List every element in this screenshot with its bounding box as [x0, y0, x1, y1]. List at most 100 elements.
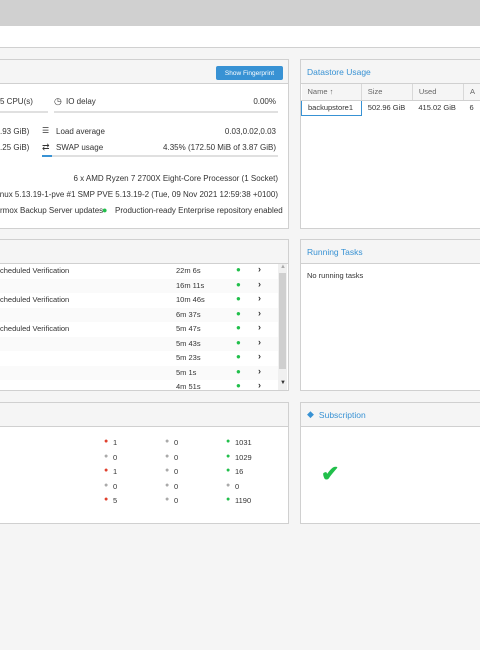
column-header-size[interactable]: Size	[361, 84, 413, 101]
error-count[interactable]: 1	[113, 438, 117, 447]
task-duration: 5m 1s	[176, 367, 197, 377]
status-ok-icon: ●	[236, 366, 241, 376]
table-row[interactable]: 4m 51s ● ›	[0, 380, 278, 395]
subscription-panel: ◆ Subscription ✔	[300, 402, 480, 524]
task-duration: 22m 6s	[176, 266, 201, 275]
check-circle-icon: ●	[102, 205, 108, 215]
ok-icon: ●	[226, 438, 231, 445]
table-row[interactable]: cheduled Verification 5m 47s ● ›	[0, 322, 278, 337]
task-duration: 16m 11s	[176, 280, 205, 290]
error-count[interactable]: 5	[113, 496, 117, 505]
warning-count[interactable]: 0	[174, 482, 178, 491]
io-delay-value: 0.00%	[253, 97, 276, 106]
kernel-version-text: Linux 5.13.19-1-pve #1 SMP PVE 5.13.19-2…	[0, 190, 278, 199]
table-row[interactable]: 16m 11s ● ›	[0, 278, 278, 293]
error-icon: ●	[104, 467, 109, 474]
load-average-icon: ☰	[42, 126, 50, 135]
ok-icon: ●	[226, 467, 231, 474]
chevron-right-icon[interactable]: ›	[258, 279, 261, 289]
table-row[interactable]: backupstore1 502.96 GiB 415.02 GiB 6	[301, 99, 480, 116]
error-count[interactable]: 0	[113, 453, 117, 462]
datastore-usage-panel: Datastore Usage Name ↑ Size Used A backu…	[300, 59, 480, 229]
swap-usage-bar	[42, 155, 278, 157]
scroll-up-icon[interactable]: ▲	[280, 264, 286, 270]
warning-count[interactable]: 0	[174, 453, 178, 462]
task-name: cheduled Verification	[0, 324, 70, 333]
status-ok-icon: ●	[236, 381, 241, 390]
column-header-avail[interactable]: A	[463, 84, 480, 101]
chevron-right-icon[interactable]: ›	[258, 293, 261, 303]
error-icon: ●	[104, 438, 109, 445]
memory-usage-text: .93 GiB)	[0, 127, 30, 136]
task-duration: 5m 43s	[176, 338, 201, 348]
datastore-usage-title: Datastore Usage	[301, 60, 480, 84]
warning-count[interactable]: 0	[174, 438, 178, 447]
list-item: ● 5 ● 0 ● 1190	[0, 495, 290, 510]
warning-icon: ●	[165, 467, 170, 474]
chevron-right-icon[interactable]: ›	[258, 322, 261, 332]
datastore-size: 502.96 GiB	[367, 103, 406, 113]
table-row[interactable]: 6m 37s ● ›	[0, 307, 278, 322]
cpu-usage-text: 5 CPU(s)	[0, 97, 33, 106]
status-ok-icon: ●	[236, 308, 241, 318]
io-delay-label: IO delay	[66, 97, 96, 106]
error-icon: ●	[104, 481, 109, 489]
ok-count[interactable]: 1031	[235, 438, 252, 447]
swap-icon: ⇄	[42, 142, 50, 152]
io-delay-bar	[54, 111, 278, 113]
task-duration: 4m 51s	[176, 382, 201, 391]
status-ok-icon: ●	[236, 323, 241, 332]
ok-icon: ●	[226, 452, 231, 460]
task-history-header	[0, 240, 288, 264]
show-fingerprint-button[interactable]: Show Fingerprint	[216, 66, 283, 80]
cpu-usage-bar	[0, 111, 48, 113]
load-average-value: 0.03,0.02,0.03	[224, 127, 276, 136]
running-tasks-title: Running Tasks	[301, 240, 480, 264]
updates-text: rmox Backup Server updates	[0, 206, 104, 215]
status-ok-icon: ●	[236, 294, 241, 303]
table-row[interactable]: cheduled Verification 22m 6s ● ›	[0, 264, 278, 279]
task-name: cheduled Verification	[0, 295, 70, 304]
error-count[interactable]: 0	[113, 482, 117, 491]
cpu-model-text: 6 x AMD Ryzen 7 2700X Eight-Core Process…	[73, 174, 278, 183]
status-ok-icon: ●	[236, 352, 241, 361]
chevron-right-icon[interactable]: ›	[258, 308, 261, 318]
task-duration: 5m 47s	[176, 324, 201, 333]
error-count[interactable]: 1	[113, 467, 117, 476]
chevron-right-icon[interactable]: ›	[258, 366, 261, 376]
ok-count[interactable]: 0	[235, 482, 239, 491]
top-header-bar	[0, 0, 480, 26]
task-duration: 5m 23s	[176, 353, 201, 362]
error-icon: ●	[104, 496, 109, 503]
repository-status-text: Production-ready Enterprise repository e…	[115, 206, 283, 215]
running-tasks-panel: Running Tasks No running tasks	[300, 239, 480, 391]
list-item: ● 0 ● 0 ● 0	[0, 481, 290, 496]
ok-count[interactable]: 1190	[235, 496, 251, 505]
warning-icon: ●	[165, 438, 170, 445]
disk-usage-text: .25 GiB)	[0, 143, 30, 152]
warning-count[interactable]: 0	[174, 467, 178, 476]
chevron-right-icon[interactable]: ›	[258, 337, 261, 347]
task-list-scrollbar[interactable]: ▲ ▼	[278, 264, 287, 390]
datastore-avail: 6	[469, 103, 474, 113]
table-row[interactable]: 5m 43s ● ›	[0, 336, 278, 351]
ok-count[interactable]: 16	[235, 467, 243, 476]
table-row[interactable]: 5m 1s ● ›	[0, 365, 278, 380]
list-item: ● 1 ● 0 ● 16	[0, 466, 290, 481]
server-status-panel: Show Fingerprint 5 CPU(s) ◷ IO delay 0.0…	[0, 59, 289, 229]
column-header-name[interactable]: Name ↑	[301, 84, 362, 101]
task-duration: 10m 46s	[176, 295, 205, 304]
datastore-table: Name ↑ Size Used A backupstore1 502.96 G…	[301, 84, 480, 116]
column-header-used[interactable]: Used	[412, 84, 464, 101]
toolbar	[0, 26, 480, 48]
table-row[interactable]: 5m 23s ● ›	[0, 351, 278, 366]
task-summary-panel: ● 1 ● 0 ● 1031 ● 0 ● 0 ● 1029 ● 1 ● 0 ● 16 ● 0 ● 0 ● 0 ● 5 ● 0 ● 1190	[0, 402, 289, 524]
warning-count[interactable]: 0	[174, 496, 178, 505]
scrollbar-thumb[interactable]	[279, 273, 286, 369]
scroll-down-icon[interactable]: ▼	[280, 380, 286, 386]
table-row[interactable]: cheduled Verification 10m 46s ● ›	[0, 293, 278, 308]
chevron-right-icon[interactable]: ›	[258, 264, 261, 274]
chevron-right-icon[interactable]: ›	[258, 380, 261, 390]
ok-count[interactable]: 1029	[235, 453, 252, 462]
chevron-right-icon[interactable]: ›	[258, 351, 261, 361]
